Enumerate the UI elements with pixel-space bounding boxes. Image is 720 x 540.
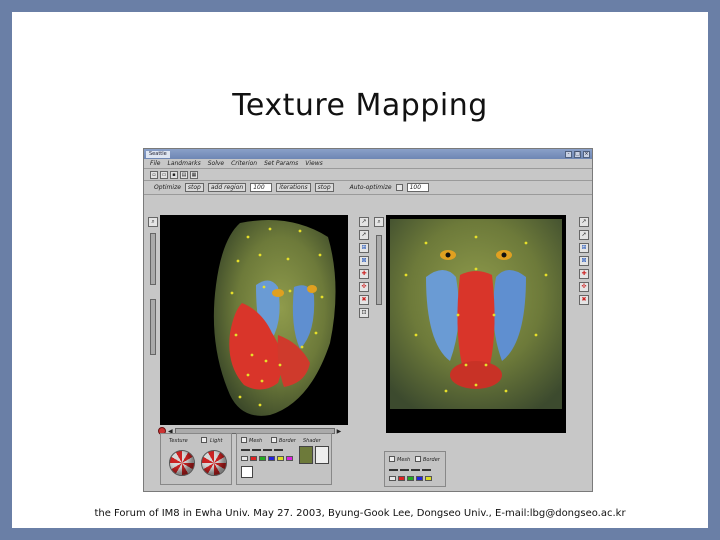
mesh2-label: Mesh xyxy=(397,457,411,463)
mesh-label: Mesh xyxy=(249,438,263,444)
left-view-toolbar: ⌕ xyxy=(147,217,159,227)
menu-landmarks[interactable]: Landmarks xyxy=(167,160,200,167)
select-arrow-right-icon[interactable]: ↗ xyxy=(579,217,589,227)
slide: Texture Mapping Seattle - □ × File Landm… xyxy=(12,12,708,528)
texture-label: Texture xyxy=(169,438,188,444)
menu-views[interactable]: Views xyxy=(305,160,323,167)
texture-sphere-icon[interactable] xyxy=(169,450,195,476)
auto-optimize-field[interactable]: 100 xyxy=(406,183,429,192)
move-landmark-icon[interactable]: ✜ xyxy=(359,282,369,292)
maximize-button[interactable]: □ xyxy=(574,150,581,158)
close-button[interactable]: × xyxy=(583,150,590,158)
color-swatch-row[interactable] xyxy=(241,456,293,461)
mapped-face-3d xyxy=(213,220,336,416)
left-view-right-toolbar: ↗ ➚ ⊞ ⊠ ✚ ✜ ✖ ⊡ xyxy=(358,217,370,318)
stop-button[interactable]: stop xyxy=(184,183,204,192)
mesh-icon[interactable]: ⊠ xyxy=(359,256,369,266)
menu-set-params[interactable]: Set Params xyxy=(264,160,298,167)
menu-criterion[interactable]: Criterion xyxy=(231,160,257,167)
border-checkbox[interactable] xyxy=(271,437,277,443)
grid-icon[interactable]: ⊞ xyxy=(359,243,369,253)
zoom-right-icon[interactable]: ⌕ xyxy=(374,217,384,227)
shader-label: Shader xyxy=(303,438,321,444)
right-viewport[interactable] xyxy=(386,215,566,433)
grid-right-icon[interactable]: ⊞ xyxy=(579,243,589,253)
select-arrow-icon[interactable]: ↗ xyxy=(359,217,369,227)
texture-image xyxy=(390,219,562,409)
line-style-row-2[interactable] xyxy=(389,467,431,471)
shader-thumbnail-2[interactable] xyxy=(315,446,329,464)
iterations-button[interactable]: iterations xyxy=(276,183,311,192)
auto-optimize-checkbox[interactable] xyxy=(395,184,403,191)
slide-title: Texture Mapping xyxy=(232,88,488,123)
auto-optimize-label: Auto-optimize xyxy=(349,184,392,191)
right-vertical-slider[interactable] xyxy=(376,235,382,305)
landmark-right-icon[interactable]: ✚ xyxy=(579,269,589,279)
new-file-icon[interactable]: ▫ xyxy=(150,170,158,179)
menu-bar: File Landmarks Solve Criterion Set Param… xyxy=(144,159,592,169)
delete-landmark-right-icon[interactable]: ✖ xyxy=(579,295,589,305)
delete-landmark-icon[interactable]: ✖ xyxy=(359,295,369,305)
shader-thumbnail-1[interactable] xyxy=(299,446,313,464)
open-file-icon[interactable]: ▭ xyxy=(160,170,168,179)
slide-footer: the Forum of IM8 in Ewha Univ. May 27. 2… xyxy=(94,508,626,519)
material-panel: Texture Light xyxy=(160,433,232,485)
tool-icon[interactable]: ▤ xyxy=(180,170,188,179)
help-icon[interactable]: ▦ xyxy=(190,170,198,179)
fit-view-icon[interactable]: ⊡ xyxy=(359,308,369,318)
mesh-right-icon[interactable]: ⊠ xyxy=(579,256,589,266)
border2-label: Border xyxy=(423,457,440,463)
border-label: Border xyxy=(279,438,296,444)
right-view-toolbar: ⌕ xyxy=(373,217,385,227)
move-landmark-right-icon[interactable]: ✜ xyxy=(579,282,589,292)
left-viewport[interactable] xyxy=(160,215,348,425)
light-sphere-icon[interactable] xyxy=(201,450,227,476)
left-vertical-slider-2[interactable] xyxy=(150,299,156,355)
display-panel: Mesh Border Shader xyxy=(236,433,332,485)
right-display-panel: Mesh Border xyxy=(384,451,446,487)
mesh2-checkbox[interactable] xyxy=(389,456,395,462)
menu-solve[interactable]: Solve xyxy=(208,160,224,167)
menu-file[interactable]: File xyxy=(150,160,160,167)
line-style-row[interactable] xyxy=(241,447,283,451)
left-vertical-slider-1[interactable] xyxy=(150,233,156,285)
light-label: Light xyxy=(210,438,223,444)
light-checkbox[interactable] xyxy=(201,437,207,443)
optimize-bar: Optimize stop add region 100 iterations … xyxy=(144,181,592,195)
add-region-button[interactable]: add region xyxy=(207,183,247,192)
pointer-right-icon[interactable]: ➚ xyxy=(579,230,589,240)
zoom-icon[interactable]: ⌕ xyxy=(148,217,158,227)
landmark-icon[interactable]: ✚ xyxy=(359,269,369,279)
stop2-button[interactable]: stop xyxy=(314,183,334,192)
window-titlebar: Seattle - □ × xyxy=(144,149,592,159)
optimize-label: Optimize xyxy=(154,184,181,191)
right-view-right-toolbar: ↗ ➚ ⊞ ⊠ ✚ ✜ ✖ xyxy=(578,217,590,305)
app-window: Seattle - □ × File Landmarks Solve Crite… xyxy=(143,148,593,492)
bottom-panel: Texture Light Mesh Border Shader Mesh Bo… xyxy=(144,433,592,491)
border2-checkbox[interactable] xyxy=(415,456,421,462)
minimize-button[interactable]: - xyxy=(565,150,572,158)
iterations-field[interactable]: 100 xyxy=(250,183,273,192)
mesh-checkbox[interactable] xyxy=(241,437,247,443)
right-arrow-icon[interactable]: ▶ xyxy=(337,428,342,435)
save-file-icon[interactable]: ▪ xyxy=(170,170,178,179)
toolbar: ▫ ▭ ▪ ▤ ▦ xyxy=(144,169,592,181)
white-swatch[interactable] xyxy=(241,466,253,478)
pointer-icon[interactable]: ➚ xyxy=(359,230,369,240)
window-title: Seattle xyxy=(146,150,170,158)
color-swatch-row-2[interactable] xyxy=(389,476,432,481)
